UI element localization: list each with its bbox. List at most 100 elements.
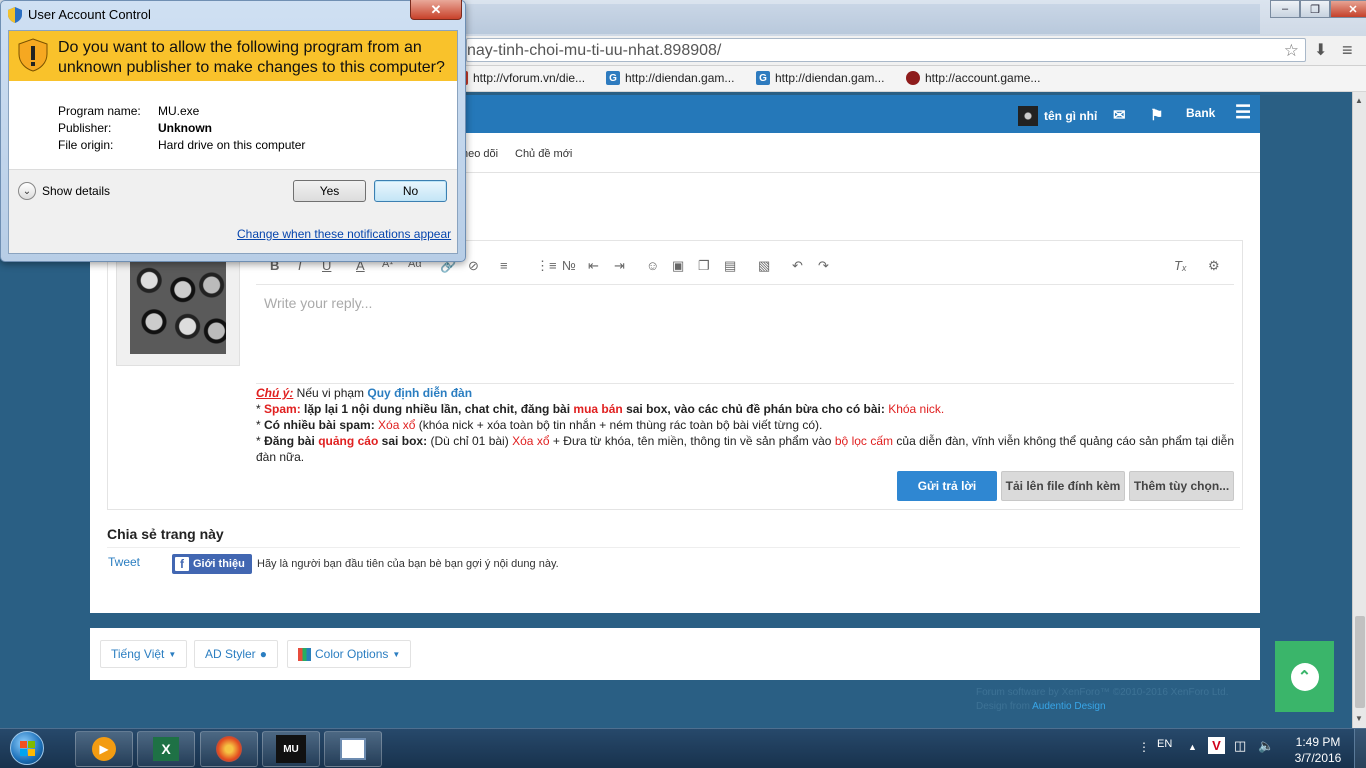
upload-attachment-button[interactable]: Tải lên file đính kèm <box>1001 471 1125 501</box>
subnav-watched[interactable]: heo dõi <box>462 148 498 160</box>
facebook-recommend-button[interactable]: f Giới thiệu <box>172 554 252 574</box>
hamburger-icon[interactable]: ☰ <box>1235 102 1251 123</box>
scroll-thumb[interactable] <box>1355 616 1365 708</box>
bookmark-item-2[interactable]: G http://diendan.gam... <box>606 71 734 85</box>
redo-icon[interactable]: ↷ <box>818 258 829 274</box>
caret-down-icon: ▼ <box>392 649 401 659</box>
bookmark-favicon-icon <box>906 71 920 85</box>
taskbar-window[interactable] <box>324 731 382 767</box>
toggle-bbcode-icon[interactable]: ⚙ <box>1208 258 1220 274</box>
close-window-icon[interactable]: ✕ <box>1330 0 1366 18</box>
language-indicator[interactable]: EN <box>1157 738 1172 750</box>
page-scrollbar[interactable]: ▲ ▼ <box>1352 92 1366 728</box>
uac-divider <box>9 169 457 170</box>
bank-link[interactable]: Bank <box>1186 106 1215 120</box>
network-icon[interactable]: ◫ <box>1234 738 1246 754</box>
bookmark-item-1[interactable]: http://vforum.vn/die... <box>462 71 585 85</box>
remove-format-icon[interactable]: Tₓ <box>1174 258 1187 273</box>
color-options-button[interactable]: Color Options ▼ <box>287 640 412 668</box>
publisher-label: Publisher: <box>58 121 112 135</box>
show-desktop-button[interactable] <box>1354 729 1366 768</box>
user-menu[interactable]: tên gì nhỉ <box>1018 106 1097 126</box>
bullet-list-icon[interactable]: ⋮≡ <box>536 258 557 274</box>
taskbar-mu-game[interactable]: MU <box>262 731 320 767</box>
scroll-down-icon[interactable]: ▼ <box>1355 714 1363 723</box>
forum-rules-link[interactable]: Quy định diễn đàn <box>367 386 472 400</box>
quote-icon[interactable]: ▤ <box>724 258 736 274</box>
language-chooser[interactable]: Tiếng Việt ▼ <box>100 640 188 668</box>
submit-reply-button[interactable]: Gửi trả lời <box>897 471 997 501</box>
antivirus-icon[interactable]: V <box>1208 737 1225 754</box>
ad-styler-button[interactable]: AD Styler ● <box>194 640 278 668</box>
show-details-toggle[interactable]: ⌄ Show details <box>18 182 110 200</box>
taskbar-excel[interactable]: X <box>137 731 195 767</box>
program-name-label: Program name: <box>58 104 141 118</box>
outdent-icon[interactable]: ⇤ <box>588 258 599 274</box>
scroll-to-top-button[interactable]: ⌃ <box>1275 641 1334 712</box>
warning-shield-icon <box>18 38 48 72</box>
start-button[interactable] <box>2 729 52 767</box>
taskbar-media-player[interactable]: ▶ <box>75 731 133 767</box>
speaker-icon[interactable]: 🔈 <box>1258 738 1274 754</box>
clock-date: 3/7/2016 <box>1294 751 1342 765</box>
uac-title: User Account Control <box>28 7 151 22</box>
indent-icon[interactable]: ⇥ <box>614 258 625 274</box>
audentio-link[interactable]: Audentio Design <box>1032 701 1105 712</box>
bookmark-item-3[interactable]: G http://diendan.gam... <box>756 71 884 85</box>
image-icon[interactable]: ▣ <box>672 258 684 274</box>
file-origin-value: Hard drive on this computer <box>158 138 306 152</box>
bookmark-item-4[interactable]: http://account.game... <box>906 71 1040 85</box>
address-text: nay-tinh-choi-mu-ti-uu-nhat.898908/ <box>467 42 722 59</box>
scroll-up-icon[interactable]: ▲ <box>1355 96 1363 105</box>
excel-icon: X <box>153 737 179 761</box>
restore-icon[interactable]: ❐ <box>1300 0 1330 18</box>
window-controls: – ❐ ✕ <box>1270 0 1366 18</box>
smiley-icon[interactable]: ☺ <box>646 258 659 273</box>
align-icon[interactable]: ≡ <box>500 258 508 273</box>
media-icon[interactable]: ❐ <box>698 258 710 274</box>
publisher-value: Unknown <box>158 121 212 135</box>
facebook-social-text: Hãy là người bạn đầu tiên của bạn bè bạn… <box>257 558 559 570</box>
user-avatar <box>1018 106 1038 126</box>
caret-down-icon: ▼ <box>168 649 177 659</box>
tweet-link[interactable]: Tweet <box>108 555 140 569</box>
system-clock[interactable]: 1:49 PM 3/7/2016 <box>1285 734 1351 766</box>
bookmark-favicon-icon: G <box>606 71 620 85</box>
download-icon[interactable]: ⬇ <box>1314 40 1327 60</box>
minimize-icon[interactable]: – <box>1270 0 1300 18</box>
unlink-icon[interactable]: ⊘ <box>468 258 479 274</box>
address-bar[interactable]: nay-tinh-choi-mu-ti-uu-nhat.898908/ ☆ <box>466 38 1306 62</box>
envelope-icon[interactable]: ✉ <box>1113 106 1126 124</box>
bookmark-star-icon[interactable]: ☆ <box>1284 41 1299 61</box>
numbered-list-icon[interactable]: № <box>562 258 576 273</box>
undo-icon[interactable]: ↶ <box>792 258 803 274</box>
design-credit: Design from Audentio Design <box>976 701 1106 712</box>
browser-tabstrip <box>460 4 1260 34</box>
share-divider <box>107 547 1240 548</box>
copyright: Forum software by XenForo™ ©2010-2016 Xe… <box>976 686 1229 714</box>
file-origin-label: File origin: <box>58 138 114 152</box>
uac-no-button[interactable]: No <box>374 180 447 202</box>
bookmark-favicon-icon: G <box>756 71 770 85</box>
avatar <box>130 262 226 354</box>
tray-expand-icon[interactable]: ▲ <box>1188 742 1197 752</box>
more-options-button[interactable]: Thêm tùy chọn... <box>1129 471 1234 501</box>
reply-editor[interactable]: Write your reply... <box>256 284 1234 384</box>
taskbar-browser[interactable] <box>200 731 258 767</box>
uac-close-icon[interactable]: ✕ <box>410 0 462 20</box>
uac-settings-link[interactable]: Change when these notifications appear <box>237 227 451 241</box>
flag-icon[interactable]: ⚑ <box>1150 106 1163 124</box>
browser-icon <box>216 736 242 762</box>
facebook-icon: f <box>175 557 189 571</box>
editor-placeholder: Write your reply... <box>264 295 373 311</box>
drop-icon: ● <box>259 647 267 661</box>
rules-notice-label: Chú ý: <box>256 386 294 400</box>
uac-yes-button[interactable]: Yes <box>293 180 366 202</box>
subnav-new-threads[interactable]: Chủ đề mới <box>515 148 572 160</box>
window-icon <box>340 738 366 760</box>
save-draft-icon[interactable]: ▧ <box>758 258 770 274</box>
uac-question: Do you want to allow the following progr… <box>58 39 445 76</box>
menu-icon[interactable]: ≡ <box>1342 40 1353 61</box>
palette-icon <box>298 647 311 661</box>
share-title: Chia sẻ trang này <box>107 526 224 542</box>
